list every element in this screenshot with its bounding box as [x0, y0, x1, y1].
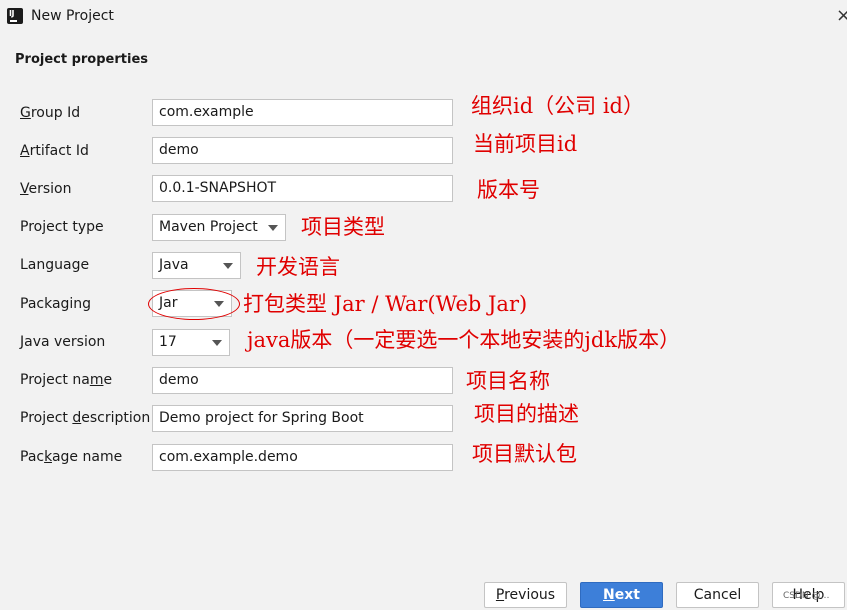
next-button[interactable]: Next — [580, 582, 663, 608]
java-version-value: 17 — [159, 334, 177, 350]
chevron-down-icon — [212, 340, 222, 346]
annotation-group-id: 组织id（公司 id） — [471, 94, 644, 118]
annotation-java-version: java版本（一定要选一个本地安装的jdk版本） — [247, 328, 681, 352]
annotation-project-type: 项目类型 — [301, 215, 385, 239]
project-description-label: Project description — [20, 410, 151, 426]
version-label: Version — [20, 181, 72, 197]
close-icon[interactable]: × — [836, 5, 847, 26]
watermark: CSDN @… — [783, 591, 830, 601]
annotation-version: 版本号 — [477, 178, 540, 202]
annotation-package-name: 项目默认包 — [472, 442, 577, 466]
annotation-packaging: 打包类型 Jar / War(Web Jar) — [243, 292, 528, 316]
window-title: New Project — [31, 8, 114, 24]
intellij-idea-icon: IJ — [7, 8, 23, 24]
annotation-artifact-id: 当前项目id — [473, 132, 578, 156]
language-value: Java — [159, 257, 189, 273]
annotation-highlight-circle — [148, 288, 240, 320]
group-id-label: Group Id — [20, 105, 81, 121]
artifact-id-label: Artifact Id — [20, 143, 89, 159]
language-label: Language — [20, 257, 90, 273]
project-type-label: Project type — [20, 219, 104, 235]
chevron-down-icon — [268, 225, 278, 231]
package-name-label: Package name — [20, 449, 123, 465]
project-type-select[interactable]: Maven Project — [152, 214, 286, 241]
project-name-field[interactable]: demo — [152, 367, 453, 394]
project-type-value: Maven Project — [159, 219, 258, 235]
project-description-field[interactable]: Demo project for Spring Boot — [152, 405, 453, 432]
java-version-label: Java version — [20, 334, 106, 350]
section-title: Project properties — [15, 52, 148, 67]
previous-button[interactable]: Previous — [484, 582, 567, 608]
java-version-select[interactable]: 17 — [152, 329, 230, 356]
packaging-label: Packaging — [20, 296, 92, 312]
project-name-label: Project name — [20, 372, 113, 388]
package-name-field[interactable]: com.example.demo — [152, 444, 453, 471]
version-field[interactable]: 0.0.1-SNAPSHOT — [152, 175, 453, 202]
cancel-button[interactable]: Cancel — [676, 582, 759, 608]
annotation-project-name: 项目名称 — [466, 369, 550, 393]
title-bar: IJ New Project × — [0, 0, 847, 34]
annotation-project-description: 项目的描述 — [474, 402, 579, 426]
language-select[interactable]: Java — [152, 252, 241, 279]
chevron-down-icon — [223, 263, 233, 269]
annotation-language: 开发语言 — [256, 255, 340, 279]
group-id-field[interactable]: com.example — [152, 99, 453, 126]
artifact-id-field[interactable]: demo — [152, 137, 453, 164]
